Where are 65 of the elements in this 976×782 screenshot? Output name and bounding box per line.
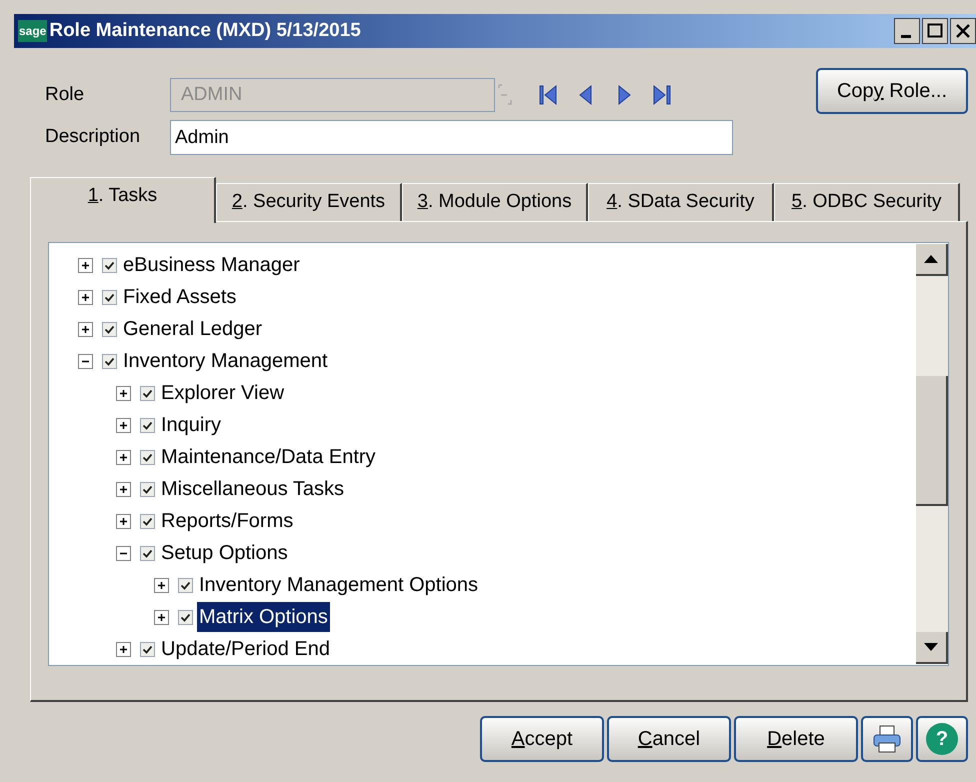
expand-icon[interactable] <box>78 258 93 272</box>
help-button[interactable]: ? <box>916 716 968 762</box>
expand-icon[interactable] <box>154 610 169 624</box>
checkbox[interactable] <box>102 322 117 336</box>
expand-icon[interactable] <box>78 290 93 304</box>
checkbox[interactable] <box>140 642 155 656</box>
scroll-up-icon[interactable] <box>924 255 938 263</box>
checkbox[interactable] <box>178 610 193 624</box>
last-record-icon[interactable] <box>651 83 673 107</box>
printer-icon <box>871 723 903 755</box>
copy-role-button[interactable]: Copy Role... <box>816 68 968 114</box>
action-button[interactable]: Delete <box>734 716 858 762</box>
tree-item[interactable]: Explorer View <box>159 378 286 408</box>
checkbox[interactable] <box>102 258 117 272</box>
expand-icon[interactable] <box>116 386 131 400</box>
scrollbar[interactable] <box>916 244 948 664</box>
description-label: Description <box>45 125 142 150</box>
tab[interactable]: 2. Security Events <box>216 183 402 221</box>
tree-item[interactable]: Reports/Forms <box>159 506 296 536</box>
print-button[interactable] <box>861 716 913 762</box>
first-record-icon[interactable] <box>537 83 559 107</box>
tab[interactable]: 5. ODBC Security <box>774 183 960 221</box>
checkbox[interactable] <box>178 578 193 592</box>
scroll-down-icon[interactable] <box>924 643 938 651</box>
tree-item[interactable]: Inventory Management <box>121 346 330 376</box>
minimize-icon[interactable] <box>894 18 920 44</box>
expand-icon[interactable] <box>116 482 131 496</box>
tree-item[interactable]: Maintenance/Data Entry <box>159 442 378 472</box>
action-button[interactable]: Cancel <box>607 716 731 762</box>
tree-item[interactable]: Update/Period End <box>159 634 332 664</box>
app-logo: sage <box>18 20 48 42</box>
checkbox[interactable] <box>140 514 155 528</box>
tab[interactable]: 4. SData Security <box>588 183 774 221</box>
expand-icon[interactable] <box>154 578 169 592</box>
expand-icon[interactable] <box>116 418 131 432</box>
tree-item[interactable]: Matrix Options <box>197 602 330 632</box>
checkbox[interactable] <box>140 546 155 560</box>
tree-item[interactable]: Fixed Assets <box>121 282 238 312</box>
checkbox[interactable] <box>140 386 155 400</box>
tab[interactable]: 3. Module Options <box>402 183 588 221</box>
checkbox[interactable] <box>140 482 155 496</box>
expand-icon[interactable] <box>116 642 131 656</box>
expand-icon[interactable] <box>78 322 93 336</box>
tree-item[interactable]: Setup Options <box>159 538 290 568</box>
collapse-icon[interactable] <box>116 546 131 560</box>
tree-item[interactable]: Inquiry <box>159 410 224 440</box>
tree-item[interactable]: Miscellaneous Tasks <box>159 474 346 504</box>
maximize-icon[interactable] <box>922 18 948 44</box>
tree-item[interactable]: eBusiness Manager <box>121 250 302 280</box>
help-icon: ? <box>926 723 958 755</box>
expand-icon[interactable] <box>116 514 131 528</box>
close-icon[interactable] <box>950 18 976 44</box>
tree-item[interactable]: General Ledger <box>121 314 264 344</box>
checkbox[interactable] <box>140 450 155 464</box>
expand-icon[interactable] <box>116 450 131 464</box>
checkbox[interactable] <box>102 290 117 304</box>
checkbox[interactable] <box>102 354 117 368</box>
checkbox[interactable] <box>140 418 155 432</box>
tab[interactable]: 1. Tasks <box>30 177 216 223</box>
action-button[interactable]: Accept <box>480 716 604 762</box>
description-field[interactable]: Admin <box>170 120 733 155</box>
window-title: Role Maintenance (MXD) 5/13/2015 <box>49 18 361 43</box>
role-label: Role <box>45 82 86 107</box>
collapse-icon[interactable] <box>78 354 93 368</box>
tree-item[interactable]: Inventory Management Options <box>197 570 480 600</box>
